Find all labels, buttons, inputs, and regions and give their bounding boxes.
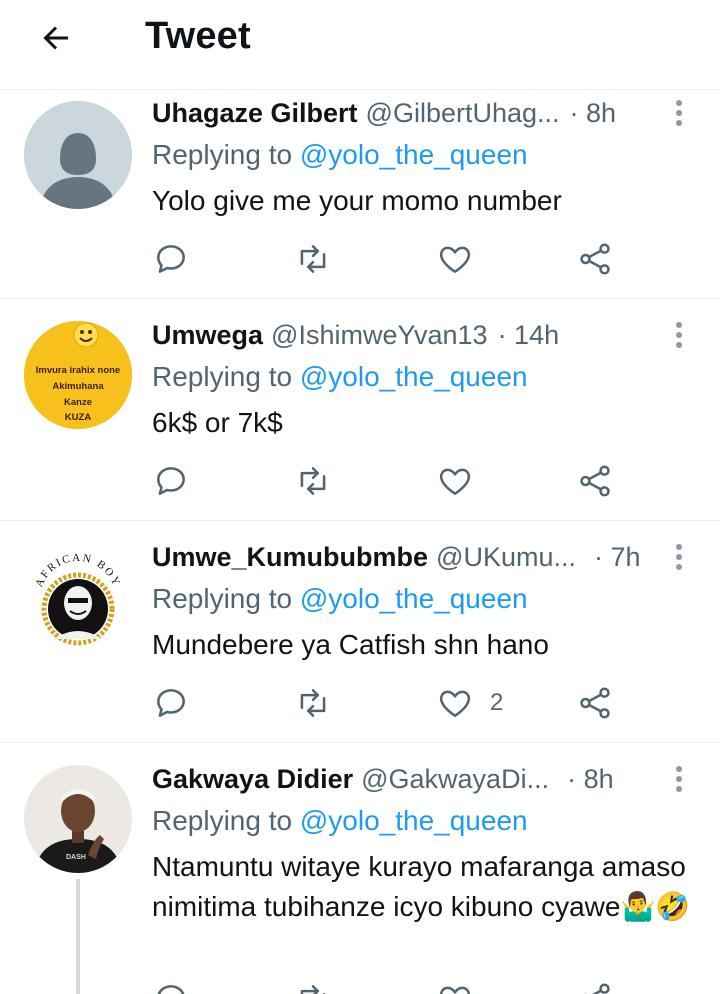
default-profile-icon <box>24 101 132 209</box>
display-name[interactable]: Umwega <box>152 317 263 353</box>
replying-to-line: Replying to @yolo_the_queen <box>152 359 528 395</box>
heart-icon <box>439 986 471 994</box>
avatar[interactable]: Imvura irahix none Akimuhana Kanze KUZA <box>24 321 132 429</box>
tweet-header: Umwega @IshimweYvan13 · 14h <box>152 317 662 353</box>
tweet-header: Gakwaya Didier @GakwayaDi... · 8h <box>152 761 662 797</box>
reply-icon <box>157 467 185 495</box>
profile-photo-image: DASH <box>24 765 132 873</box>
avatar[interactable] <box>24 101 132 209</box>
timestamp[interactable]: · 8h <box>570 95 617 131</box>
username[interactable]: @GakwayaDi... <box>361 761 549 797</box>
more-vertical-icon <box>676 766 682 792</box>
replying-to-line: Replying to @yolo_the_queen <box>152 137 528 173</box>
emoji-avatar-image: Imvura irahix none Akimuhana Kanze KUZA <box>24 321 132 429</box>
tweet-actions <box>152 979 632 994</box>
tweet-reply[interactable]: Imvura irahix none Akimuhana Kanze KUZA … <box>0 299 720 521</box>
like-count: 2 <box>490 689 504 716</box>
tweet-actions: 2 <box>152 683 632 723</box>
page-title: Tweet <box>145 15 251 57</box>
reply-icon <box>157 985 185 994</box>
avatar[interactable]: AFRICAN BOY <box>24 543 132 651</box>
retweet-button[interactable] <box>294 683 332 723</box>
share-button[interactable] <box>576 239 614 279</box>
top-bar: Tweet <box>0 0 720 90</box>
more-vertical-icon <box>676 100 682 126</box>
like-button[interactable]: 2 <box>436 683 503 723</box>
share-button[interactable] <box>576 979 614 994</box>
back-button[interactable] <box>36 18 76 58</box>
replying-to-label: Replying to <box>152 139 293 170</box>
like-button[interactable] <box>436 461 490 501</box>
replying-to-line: Replying to @yolo_the_queen <box>152 803 528 839</box>
tweet-actions <box>152 239 632 279</box>
tweet-text: Yolo give me your momo number <box>152 185 562 216</box>
tweet-text: Ntamuntu witaye kurayo mafaranga amaso n… <box>152 851 691 922</box>
replying-to-handle[interactable]: @yolo_the_queen <box>300 805 528 836</box>
avatar[interactable]: DASH <box>24 765 132 873</box>
replying-to-handle[interactable]: @yolo_the_queen <box>300 361 528 392</box>
retweet-icon <box>300 689 326 717</box>
avatar-caption: Akimuhana <box>52 381 104 392</box>
tweet-text: Mundebere ya Catfish shn hano <box>152 629 549 660</box>
more-options-button[interactable] <box>664 761 694 797</box>
tweet-text: 6k$ or 7k$ <box>152 407 283 438</box>
more-vertical-icon <box>676 544 682 570</box>
avatar-caption: KUZA <box>65 412 92 423</box>
share-icon <box>580 687 610 719</box>
timestamp[interactable]: · 14h <box>498 317 560 353</box>
display-name[interactable]: Umwe_Kumububmbe <box>152 539 428 575</box>
username[interactable]: @IshimweYvan13 <box>271 317 488 353</box>
african-boy-logo-image: AFRICAN BOY <box>24 543 132 651</box>
replying-to-handle[interactable]: @yolo_the_queen <box>300 583 528 614</box>
more-options-button[interactable] <box>664 317 694 353</box>
like-button[interactable] <box>436 979 490 994</box>
avatar-caption: Kanze <box>64 397 92 408</box>
timestamp[interactable]: · 8h <box>567 761 614 797</box>
reply-button[interactable] <box>152 683 190 723</box>
tweet-header: Uhagaze Gilbert @GilbertUhag... · 8h <box>152 95 662 131</box>
avatar-caption: Imvura irahix none <box>36 365 120 376</box>
replying-to-label: Replying to <box>152 583 293 614</box>
tweet-header: Umwe_Kumububmbe @UKumu... · 7h <box>152 539 662 575</box>
reply-icon <box>157 689 185 717</box>
replying-to-label: Replying to <box>152 361 293 392</box>
reply-button[interactable] <box>152 239 190 279</box>
heart-icon <box>439 690 471 717</box>
more-options-button[interactable] <box>664 539 694 575</box>
replying-to-line: Replying to @yolo_the_queen <box>152 581 528 617</box>
reply-button[interactable] <box>152 461 190 501</box>
tweet-reply[interactable]: Uhagaze Gilbert @GilbertUhag... · 8h Rep… <box>0 91 720 299</box>
back-arrow-icon <box>43 26 68 50</box>
tweet-reply[interactable]: AFRICAN BOY Umwe_Kumububmbe @UKumu... · … <box>0 521 720 743</box>
retweet-button[interactable] <box>294 979 332 994</box>
thread-connector-line <box>76 879 80 994</box>
username[interactable]: @GilbertUhag... <box>366 95 560 131</box>
share-icon <box>583 983 610 994</box>
retweet-button[interactable] <box>294 461 332 501</box>
replying-to-label: Replying to <box>152 805 293 836</box>
heart-icon <box>439 246 471 273</box>
like-button[interactable] <box>436 239 490 279</box>
more-vertical-icon <box>676 322 682 348</box>
retweet-icon <box>300 985 326 994</box>
share-button[interactable] <box>576 683 614 723</box>
timestamp[interactable]: · 7h <box>594 539 641 575</box>
reply-icon <box>157 245 185 273</box>
username[interactable]: @UKumu... <box>436 539 576 575</box>
share-icon <box>580 465 610 497</box>
retweet-button[interactable] <box>294 239 332 279</box>
svg-text:DASH: DASH <box>66 854 86 861</box>
display-name[interactable]: Gakwaya Didier <box>152 761 353 797</box>
more-options-button[interactable] <box>664 95 694 131</box>
display-name[interactable]: Uhagaze Gilbert <box>152 95 358 131</box>
reply-button[interactable] <box>152 979 190 994</box>
tweet-actions <box>152 461 632 501</box>
share-button[interactable] <box>576 461 614 501</box>
retweet-icon <box>300 467 326 495</box>
tweet-reply[interactable]: DASH Gakwaya Didier @GakwayaDi... · 8h R… <box>0 743 720 994</box>
share-icon <box>580 243 610 275</box>
heart-icon <box>439 468 471 495</box>
replying-to-handle[interactable]: @yolo_the_queen <box>300 139 528 170</box>
retweet-icon <box>300 245 326 273</box>
